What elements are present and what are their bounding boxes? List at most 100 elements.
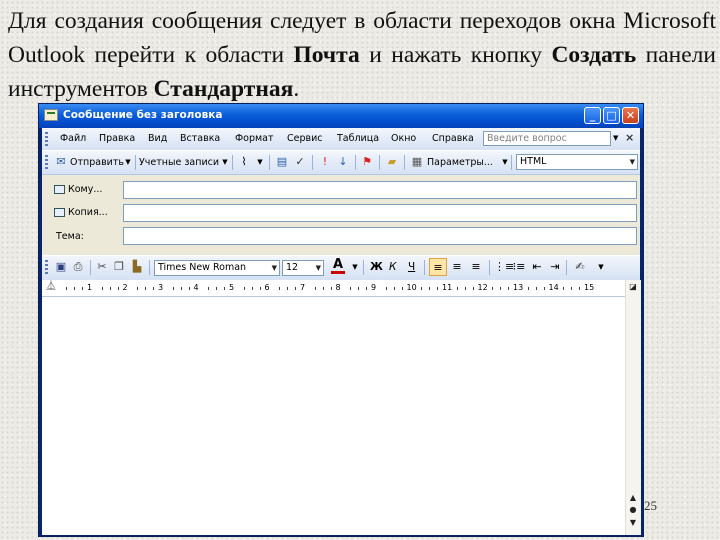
accounts-button[interactable]: Учетные записи [139, 157, 219, 168]
importance-low-icon[interactable]: ↓ [336, 155, 350, 169]
separator [355, 155, 356, 170]
ruler-tick [66, 287, 67, 290]
paragraph-text: . [293, 76, 300, 102]
window-client: Файл Правка Вид Вставка Формат Сервис Та… [42, 128, 641, 535]
send-button[interactable]: Отправить [70, 157, 124, 168]
paperclip-icon[interactable]: ⌇ [237, 155, 251, 169]
paste-icon[interactable]: ▙ [130, 260, 144, 274]
menu-view[interactable]: Вид [148, 133, 167, 144]
menu-window[interactable]: Окно [391, 133, 416, 144]
options-icon[interactable]: ▦ [410, 155, 424, 169]
menu-help[interactable]: Справка [432, 133, 474, 144]
menu-file[interactable]: Файл [60, 133, 86, 144]
chevron-down-icon[interactable]: ▼ [613, 134, 618, 142]
chevron-down-icon[interactable]: ▼ [498, 155, 512, 169]
separator [269, 155, 270, 170]
separator [511, 155, 512, 170]
separator [363, 260, 364, 275]
ruler-number: 9 [371, 283, 377, 292]
chevron-down-icon[interactable]: ▼ [253, 155, 267, 169]
ruler-tick [571, 287, 572, 290]
select-browse-object-icon[interactable]: ● [627, 504, 639, 516]
font-select[interactable]: Times New Roman ▼ [154, 260, 280, 276]
indent-marker-icon[interactable]: ⏅ [46, 282, 56, 292]
close-icon[interactable]: × [625, 131, 634, 144]
decrease-indent-icon[interactable]: ⇤ [530, 260, 544, 274]
chevron-down-icon: ▼ [629, 158, 635, 166]
chevron-down-icon[interactable]: ▼ [121, 155, 135, 169]
print-icon[interactable]: ⎙ [71, 260, 85, 274]
flag-icon[interactable]: ⚑ [360, 155, 374, 169]
menu-edit[interactable]: Правка [99, 133, 135, 144]
ruler-tick [251, 287, 253, 290]
maximize-button[interactable]: □ [603, 107, 620, 124]
font-color-icon[interactable]: A [331, 258, 345, 274]
check-names-icon[interactable]: ✓ [293, 155, 307, 169]
increase-indent-icon[interactable]: ⇥ [548, 260, 562, 274]
ruler-number: 4 [193, 283, 199, 292]
ruler-tick [137, 287, 138, 290]
ruler[interactable]: ⏅ 1 2 3 4 5 6 7 8 9 10 11 12 13 14 15 [42, 280, 640, 297]
help-search-input[interactable]: Введите вопрос [483, 131, 611, 146]
numbered-list-icon[interactable]: ⋮≡ [494, 260, 514, 274]
menu-insert[interactable]: Вставка [180, 133, 220, 144]
bullet-list-icon[interactable]: ⁝≡ [512, 260, 526, 274]
ruler-tick [543, 287, 545, 290]
ruler-number: 1 [87, 283, 93, 292]
subject-field[interactable] [123, 227, 637, 245]
scroll-up-icon[interactable]: ▲ [627, 492, 639, 504]
to-field[interactable] [123, 181, 637, 199]
ruler-tick [508, 287, 509, 290]
formatting-toolbar: ▣ ⎙ ✂ ❐ ▙ Times New Roman ▼ 12 ▼ A ▼ Ж К… [42, 255, 640, 280]
align-right-icon[interactable]: ≡ [469, 260, 483, 274]
spell-check-icon[interactable]: ✍ [573, 260, 587, 274]
slide-paragraph: Для создания сообщения следует в области… [8, 4, 716, 106]
message-format-select[interactable]: HTML ▼ [516, 154, 638, 170]
underline-button[interactable]: Ч [408, 261, 415, 273]
folder-icon[interactable]: ▰ [385, 155, 399, 169]
to-button[interactable]: Кому... [54, 181, 118, 199]
separator [489, 260, 490, 275]
font-size-select[interactable]: 12 ▼ [282, 260, 324, 276]
separator [135, 155, 136, 170]
ruler-toggle-icon[interactable]: ◪ [627, 281, 639, 293]
cc-field[interactable] [123, 204, 637, 222]
menu-table[interactable]: Таблица [337, 133, 379, 144]
menu-format[interactable]: Формат [235, 133, 274, 144]
ruler-tick [295, 287, 296, 290]
ruler-tick [535, 287, 537, 290]
menu-tools[interactable]: Сервис [287, 133, 323, 144]
address-book-icon[interactable]: ▤ [275, 155, 289, 169]
bold-button[interactable]: Ж [370, 261, 383, 273]
align-center-icon[interactable]: ≡ [450, 260, 464, 274]
options-button[interactable]: Параметры... [427, 157, 493, 168]
ruler-tick [464, 287, 466, 290]
chevron-down-icon[interactable]: ▼ [218, 155, 232, 169]
minimize-button[interactable]: _ [584, 107, 601, 124]
ruler-tick [287, 287, 288, 290]
send-icon[interactable]: ✉ [54, 155, 68, 169]
separator [149, 260, 150, 275]
title-bar[interactable]: Сообщение без заголовка _ □ ✕ [39, 104, 643, 128]
italic-button[interactable]: К [389, 261, 396, 273]
ruler-number: 10 [406, 283, 417, 292]
cc-button[interactable]: Копия... [54, 204, 118, 222]
chevron-down-icon[interactable]: ▼ [594, 260, 608, 274]
ruler-number: 13 [513, 283, 524, 292]
ruler-tick [279, 287, 280, 290]
ruler-tick [437, 287, 438, 290]
close-button[interactable]: ✕ [622, 107, 639, 124]
chevron-down-icon: ▼ [271, 264, 277, 272]
scroll-down-icon[interactable]: ▼ [627, 517, 639, 529]
ruler-number: 5 [229, 283, 235, 292]
chevron-down-icon[interactable]: ▼ [348, 260, 362, 274]
message-body[interactable] [42, 297, 625, 535]
separator [566, 260, 567, 275]
ruler-tick [330, 287, 332, 290]
copy-icon[interactable]: ❐ [112, 260, 126, 274]
save-icon[interactable]: ▣ [54, 260, 68, 274]
importance-high-icon[interactable]: ! [318, 155, 332, 169]
vertical-scrollbar[interactable]: ◪ ▲ ● ▼ [625, 280, 641, 535]
cut-icon[interactable]: ✂ [95, 260, 109, 274]
message-icon [44, 109, 58, 121]
